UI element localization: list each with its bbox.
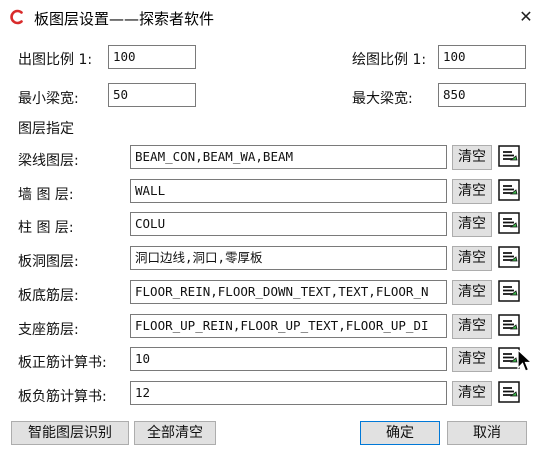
layer-pick-icon[interactable] xyxy=(498,212,520,234)
close-icon[interactable]: ✕ xyxy=(515,6,537,28)
ok-button[interactable]: 确定 xyxy=(360,421,440,445)
positive-rebar-calc-label: 板正筋计算书: xyxy=(18,355,107,371)
layer-section-title: 图层指定 xyxy=(18,121,74,137)
layer-pick-icon[interactable] xyxy=(498,246,520,268)
bottom-rebar-layer-clear-button[interactable]: 清空 xyxy=(452,280,492,305)
column-layer-label: 柱 图 层: xyxy=(18,220,74,236)
smart-layer-identify-button[interactable]: 智能图层识别 xyxy=(11,421,129,445)
layer-pick-icon[interactable] xyxy=(498,280,520,302)
beam-layer-clear-button[interactable]: 清空 xyxy=(452,145,492,170)
positive-rebar-calc-input[interactable]: 10 xyxy=(130,347,447,371)
min-beam-width-input[interactable]: 50 xyxy=(108,83,196,107)
column-layer-clear-button[interactable]: 清空 xyxy=(452,212,492,237)
wall-layer-input[interactable]: WALL xyxy=(130,179,447,203)
slab-hole-layer-label: 板洞图层: xyxy=(18,254,79,270)
positive-rebar-calc-clear-button[interactable]: 清空 xyxy=(452,347,492,372)
slab-hole-layer-clear-button[interactable]: 清空 xyxy=(452,246,492,271)
output-scale-label: 出图比例 1: xyxy=(18,52,93,68)
draw-scale-input[interactable]: 100 xyxy=(438,45,526,69)
title-bar: 板图层设置——探索者软件 ✕ xyxy=(0,0,551,36)
window-title: 板图层设置——探索者软件 xyxy=(34,10,215,28)
column-layer-input[interactable]: COLU xyxy=(130,212,447,236)
beam-layer-label: 梁线图层: xyxy=(18,153,79,169)
wall-layer-label: 墙 图 层: xyxy=(18,187,74,203)
negative-rebar-calc-clear-button[interactable]: 清空 xyxy=(452,381,492,406)
slab-hole-layer-input[interactable]: 洞口边线,洞口,零厚板 xyxy=(130,246,447,270)
output-scale-input[interactable]: 100 xyxy=(108,45,196,69)
negative-rebar-calc-input[interactable]: 12 xyxy=(130,381,447,405)
support-rebar-layer-clear-button[interactable]: 清空 xyxy=(452,314,492,339)
cancel-button[interactable]: 取消 xyxy=(447,421,527,445)
min-beam-width-label: 最小梁宽: xyxy=(18,91,79,107)
negative-rebar-calc-label: 板负筋计算书: xyxy=(18,389,107,405)
beam-layer-input[interactable]: BEAM_CON,BEAM_WA,BEAM xyxy=(130,145,447,169)
draw-scale-label: 绘图比例 1: xyxy=(352,52,427,68)
bottom-rebar-layer-input[interactable]: FLOOR_REIN,FLOOR_DOWN_TEXT,TEXT,FLOOR_N xyxy=(130,280,447,304)
clear-all-button[interactable]: 全部清空 xyxy=(134,421,216,445)
app-logo-icon xyxy=(10,9,23,25)
layer-pick-icon[interactable] xyxy=(498,179,520,201)
support-rebar-layer-label: 支座筋层: xyxy=(18,322,79,338)
max-beam-width-input[interactable]: 850 xyxy=(438,83,526,107)
bottom-rebar-layer-label: 板底筋层: xyxy=(18,288,79,304)
support-rebar-layer-input[interactable]: FLOOR_UP_REIN,FLOOR_UP_TEXT,FLOOR_UP_DI xyxy=(130,314,447,338)
mouse-cursor-icon xyxy=(517,349,533,372)
layer-pick-icon[interactable] xyxy=(498,381,520,403)
layer-pick-icon[interactable] xyxy=(498,314,520,336)
wall-layer-clear-button[interactable]: 清空 xyxy=(452,179,492,204)
max-beam-width-label: 最大梁宽: xyxy=(352,91,413,107)
layer-pick-icon[interactable] xyxy=(498,145,520,167)
